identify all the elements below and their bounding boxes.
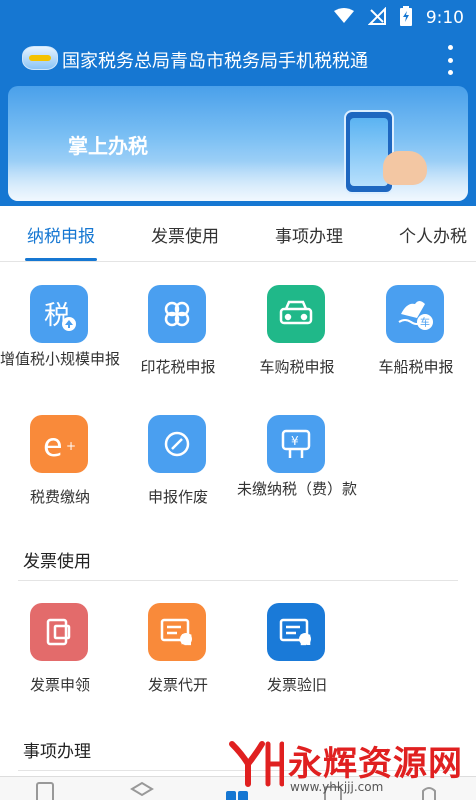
tile-label: 印花税申报 <box>140 358 216 376</box>
status-time: 9:10 <box>425 8 464 28</box>
svg-text:增: 增 <box>182 634 191 646</box>
tile-label: 发票申领 <box>29 676 90 694</box>
section-title-matters: 事项办理 <box>23 742 91 762</box>
tile-label: 未缴纳税（费）款 <box>237 480 358 498</box>
svg-text:e: e <box>43 426 63 464</box>
invoice-apply-icon <box>30 603 88 661</box>
tile-label: 税费缴纳 <box>29 488 90 506</box>
hand-illustration <box>383 151 427 185</box>
tab-invoice-use[interactable]: 发票使用 <box>151 222 219 247</box>
tab-active-indicator <box>25 258 97 261</box>
status-bar: 9:10 <box>0 0 476 34</box>
banner-text: 掌上办税 <box>68 134 148 158</box>
invoice-verify-icon: 旧 <box>267 603 325 661</box>
svg-text:¥: ¥ <box>291 434 299 448</box>
tile-label: 增值税小规模申报 <box>0 350 121 368</box>
section-divider <box>18 580 458 581</box>
tax-upload-icon: 税 <box>30 285 88 343</box>
tile-label: 发票验旧 <box>266 676 327 694</box>
unpaid-tax-icon: ¥ <box>267 415 325 473</box>
tab-matters[interactable]: 事项办理 <box>275 222 343 247</box>
watermark-url: www.yhkjjj.com <box>290 780 384 794</box>
clover-icon <box>148 285 206 343</box>
watermark-text: 永辉资源网 <box>288 744 463 784</box>
tile-label: 车购税申报 <box>259 358 335 376</box>
app-bar: 国家税务总局青岛市税务局手机税税通 <box>0 34 476 86</box>
tab-personal-tax[interactable]: 个人办税 <box>399 222 467 247</box>
category-tabs: 纳税申报 发票使用 事项办理 个人办税 <box>0 206 476 262</box>
watermark-logo <box>228 740 285 788</box>
invoice-issue-icon: 增 <box>148 603 206 661</box>
section-title-invoice: 发票使用 <box>23 552 91 572</box>
tile-label: 申报作废 <box>147 488 208 506</box>
promo-banner[interactable]: 掌上办税 <box>8 86 468 201</box>
e-payment-icon: e + <box>30 415 88 473</box>
ship-car-icon: 车 <box>386 285 444 343</box>
car-icon <box>267 285 325 343</box>
tile-label: 发票代开 <box>147 676 208 694</box>
svg-text:+: + <box>66 439 76 453</box>
wifi-icon <box>333 8 354 28</box>
battery-icon <box>399 6 412 30</box>
app-title: 国家税务总局青岛市税务局手机税税通 <box>62 51 368 72</box>
signal-icon <box>367 6 386 29</box>
document-icon[interactable] <box>34 781 58 800</box>
tab-tax-filing[interactable]: 纳税申报 <box>27 222 95 247</box>
tile-label: 车船税申报 <box>378 358 454 376</box>
svg-text:车: 车 <box>420 316 430 329</box>
svg-text:旧: 旧 <box>301 635 310 646</box>
app-logo <box>22 46 58 70</box>
box-icon[interactable] <box>130 781 154 800</box>
cancel-icon <box>148 415 206 473</box>
more-vertical-icon[interactable] <box>444 45 456 75</box>
status-icons: 9:10 <box>333 6 464 30</box>
banner-area: 掌上办税 <box>0 86 476 206</box>
